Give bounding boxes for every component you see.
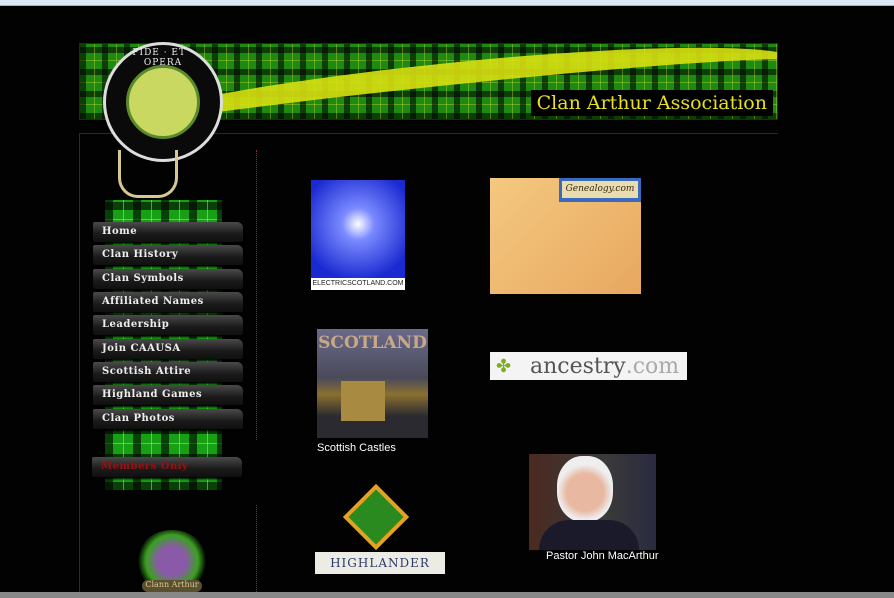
nav-home[interactable]: Home (93, 222, 243, 242)
crest-buckle (118, 150, 178, 198)
nav-join-caausa[interactable]: Join CAAUSA (93, 339, 243, 359)
nav-members-only[interactable]: Members Only (92, 457, 242, 477)
browser-top-bar (0, 0, 894, 6)
scottish-castles-link[interactable]: SCOTLAND (317, 329, 428, 438)
portrait-suit (539, 520, 639, 550)
nav-affiliated-names[interactable]: Affiliated Names (93, 292, 243, 312)
nav-clan-history[interactable]: Clan History (93, 245, 243, 265)
castle-image (341, 381, 385, 421)
taskbar-strip (0, 592, 894, 598)
highlander-radio-link[interactable]: HIGHLANDER RADIO (315, 552, 445, 574)
portrait-face (557, 456, 613, 522)
electric-scotland-link[interactable]: ELECTRICSCOTLAND.COM (311, 180, 405, 290)
site-title: Clan Arthur Association (530, 90, 773, 116)
sidebar-divider (256, 505, 257, 592)
nav-leadership[interactable]: Leadership (93, 315, 243, 335)
john-macarthur-link[interactable] (529, 454, 656, 550)
clan-arthur-emblem: Clann Arthur (136, 530, 208, 592)
nav-highland-games[interactable]: Highland Games (93, 385, 243, 405)
divider (79, 133, 80, 598)
celtic-knot-icon (342, 483, 410, 551)
ancestry-link[interactable]: ✤ ancestry .com (490, 352, 687, 380)
genealogy-link[interactable]: Genealogy.com (490, 178, 641, 294)
macarthur-caption[interactable]: Pastor John MacArthur (546, 550, 659, 562)
nav-clan-photos[interactable]: Clan Photos (93, 409, 243, 429)
crest-motto: FIDE · ET · OPERA (132, 48, 194, 68)
scottish-castles-caption[interactable]: Scottish Castles (317, 442, 396, 454)
sidebar-divider (256, 150, 257, 440)
nav-scottish-attire[interactable]: Scottish Attire (93, 362, 243, 382)
leaf-icon: ✤ (496, 356, 512, 376)
nav-clan-symbols[interactable]: Clan Symbols (93, 269, 243, 289)
